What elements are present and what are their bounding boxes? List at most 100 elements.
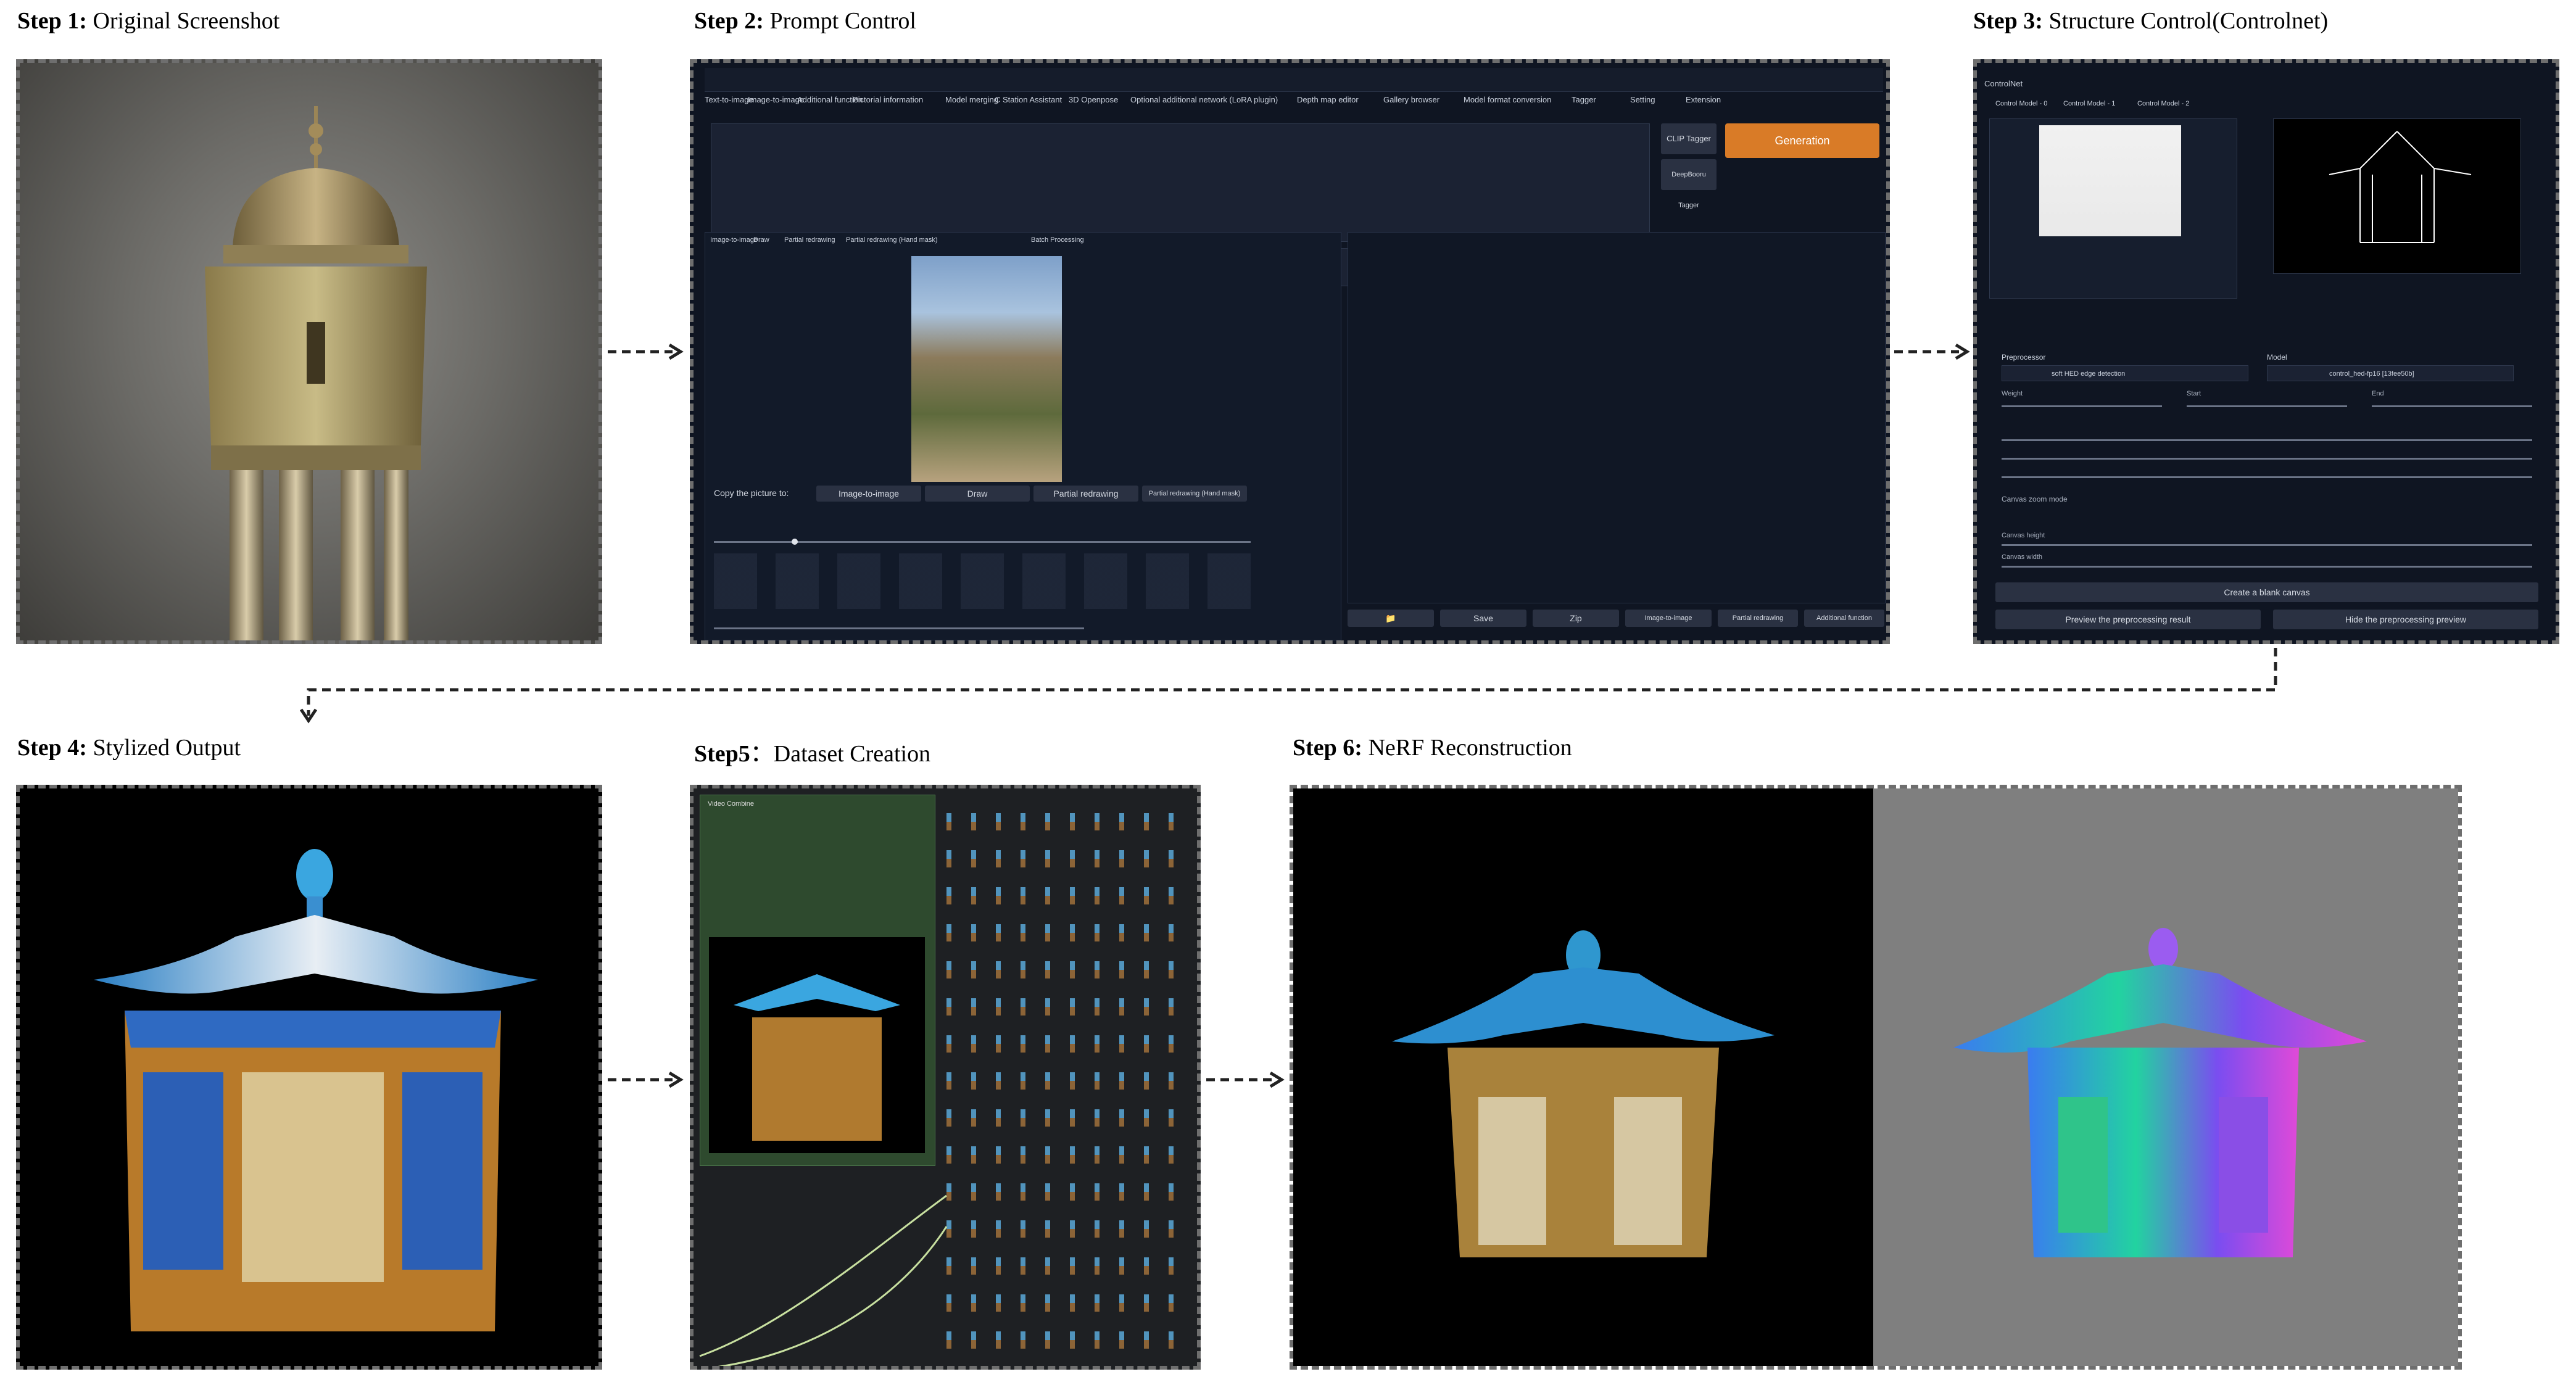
nerf-normal-view [1873, 788, 2458, 1366]
arrow-step1-step2 [608, 343, 684, 360]
control-model-1-tab[interactable]: Control Model - 1 [2063, 100, 2115, 107]
threshold-b-slider[interactable] [2002, 476, 2532, 478]
model-select[interactable]: control_hed-fp16 [13fee50b] [2267, 365, 2514, 381]
end-slider[interactable] [2372, 405, 2532, 407]
weight-slider[interactable] [2002, 405, 2162, 407]
img2img-area: Image-to-image Draw Partial redrawing Pa… [705, 232, 1341, 640]
step5-title: Step5：Dataset Creation [694, 741, 931, 767]
step3-title: Step 3: Structure Control(Controlnet) [1973, 8, 2329, 34]
step6-title: Step 6: NeRF Reconstruction [1293, 735, 1572, 761]
kiosk-render-image [205, 106, 427, 640]
sub-tab-1[interactable]: Draw [753, 236, 769, 244]
canvas-height-label: Canvas height [2002, 532, 2045, 539]
arrow-step4-step5 [608, 1071, 684, 1088]
save-button[interactable]: Save [1440, 610, 1526, 627]
step1-title: Step 1: Original Screenshot [17, 8, 280, 34]
tab-3[interactable]: Pictorial information [853, 95, 923, 104]
hide-preview-button[interactable]: Hide the preprocessing preview [2273, 610, 2538, 629]
controlnet-header: ControlNet [1984, 79, 2023, 88]
hed-resolution-slider[interactable] [2002, 439, 2532, 441]
tab-1[interactable]: Image-to-image [748, 95, 804, 104]
node-links [699, 1194, 948, 1366]
step3-panel: ControlNet Control Model - 0 Control Mod… [1973, 59, 2559, 644]
tab-7[interactable]: 3D Openpose [1069, 95, 1118, 104]
node-preview [709, 937, 925, 1153]
steps-knob[interactable] [792, 539, 798, 545]
input-image[interactable] [911, 256, 1062, 482]
top-bar [705, 68, 1883, 92]
step6-panel [1290, 785, 2462, 1370]
copy-draw[interactable]: Draw [925, 486, 1030, 502]
nerf-rgb-image [1392, 930, 1775, 1257]
threshold-a-slider[interactable] [2002, 458, 2532, 460]
copy-label: Copy the picture to: [714, 488, 789, 498]
hed-edge-image [2329, 131, 2472, 243]
step4-panel [16, 785, 602, 1370]
canvas-height-slider[interactable] [2002, 544, 2532, 546]
canvas-width-label: Canvas width [2002, 553, 2043, 561]
video-combine-node[interactable]: Video Combine [700, 795, 935, 1166]
tab-14[interactable]: Extension [1686, 95, 1721, 104]
control-model-0-tab[interactable]: Control Model - 0 [1995, 100, 2047, 107]
folder-button[interactable]: 📁 [1348, 610, 1434, 627]
canvas-width-slider[interactable] [2002, 566, 2532, 568]
preprocessor-select[interactable]: soft HED edge detection [2002, 365, 2248, 381]
sub-tab-5[interactable]: Batch Processing [1031, 236, 1084, 244]
stylized-pavilion-image [94, 849, 538, 1331]
arrow-step2-step3 [1894, 343, 1970, 360]
send-partial-button[interactable]: Partial redrawing [1718, 610, 1798, 627]
end-label: End [2372, 390, 2384, 397]
sub-tab-2[interactable]: Partial redrawing [784, 236, 835, 244]
start-slider[interactable] [2187, 405, 2347, 407]
nerf-rgb-view [1293, 788, 1873, 1366]
sampler-grid [714, 553, 1269, 609]
image-input-box[interactable] [1989, 118, 2237, 299]
copy-img2img[interactable]: Image-to-image [816, 486, 921, 502]
frames-grid [946, 813, 1193, 1366]
zip-button[interactable]: Zip [1533, 610, 1619, 627]
tab-6[interactable]: C Station Assistant [995, 95, 1062, 104]
sub-tabs: Image-to-image Draw Partial redrawing Pa… [710, 236, 1333, 252]
node-pavilion-image [734, 974, 900, 1141]
main-tabs: Text-to-image Image-to-image Additional … [705, 95, 1883, 114]
send-extra-button[interactable]: Additional function [1804, 610, 1884, 627]
tab-9[interactable]: Depth map editor [1297, 95, 1359, 104]
node-title: Video Combine [708, 800, 755, 808]
copy-partial[interactable]: Partial redrawing [1033, 486, 1138, 502]
sub-tab-3[interactable]: Partial redrawing (Hand mask) [846, 236, 938, 244]
tab-13[interactable]: Setting [1630, 95, 1655, 104]
weight-label: Weight [2002, 390, 2023, 397]
tab-10[interactable]: Gallery browser [1383, 95, 1439, 104]
width-slider[interactable] [714, 627, 1084, 629]
tab-8[interactable]: Optional additional network (LoRA plugin… [1130, 95, 1278, 104]
canvas-zoom-label: Canvas zoom mode [2002, 495, 2068, 503]
arrow-step5-step6 [1206, 1071, 1285, 1088]
start-label: Start [2187, 390, 2201, 397]
step2-panel: Text-to-image Image-to-image Additional … [690, 59, 1890, 644]
create-blank-canvas-button[interactable]: Create a blank canvas [1995, 582, 2538, 602]
preview-preprocess-button[interactable]: Preview the preprocessing result [1995, 610, 2261, 629]
bottom-buttons: 📁 Save Zip Image-to-image Partial redraw… [1348, 610, 1884, 628]
nerf-normal-image [1953, 928, 2367, 1257]
step4-title: Step 4: Stylized Output [17, 735, 241, 761]
generate-button[interactable]: Generation [1725, 123, 1879, 158]
copy-partial-hand[interactable]: Partial redrawing (Hand mask) [1142, 486, 1247, 502]
pavilion-reference [2039, 125, 2181, 236]
control-model-2-tab[interactable]: Control Model - 2 [2137, 100, 2189, 107]
deepbooru-tagger-button[interactable]: DeepBooru Tagger [1661, 159, 1717, 209]
sub-tab-0[interactable]: Image-to-image [710, 236, 758, 244]
output-area [1348, 232, 1886, 603]
tab-0[interactable]: Text-to-image [705, 95, 753, 104]
model-label: Model [2267, 353, 2287, 362]
send-img2img-button[interactable]: Image-to-image [1625, 610, 1712, 627]
step2-title: Step 2: Prompt Control [694, 8, 916, 34]
clip-tagger-button[interactable]: CLIP Tagger [1661, 123, 1717, 154]
preprocessor-label: Preprocessor [2002, 353, 2046, 362]
annotator-result-box [2273, 118, 2521, 274]
arrow-step3-step4 [299, 648, 2277, 724]
tab-11[interactable]: Model format conversion [1464, 95, 1551, 104]
tab-5[interactable]: Model merging [945, 95, 998, 104]
prompt-box[interactable] [711, 123, 1650, 242]
step1-panel [16, 59, 602, 644]
tab-12[interactable]: Tagger [1572, 95, 1596, 104]
